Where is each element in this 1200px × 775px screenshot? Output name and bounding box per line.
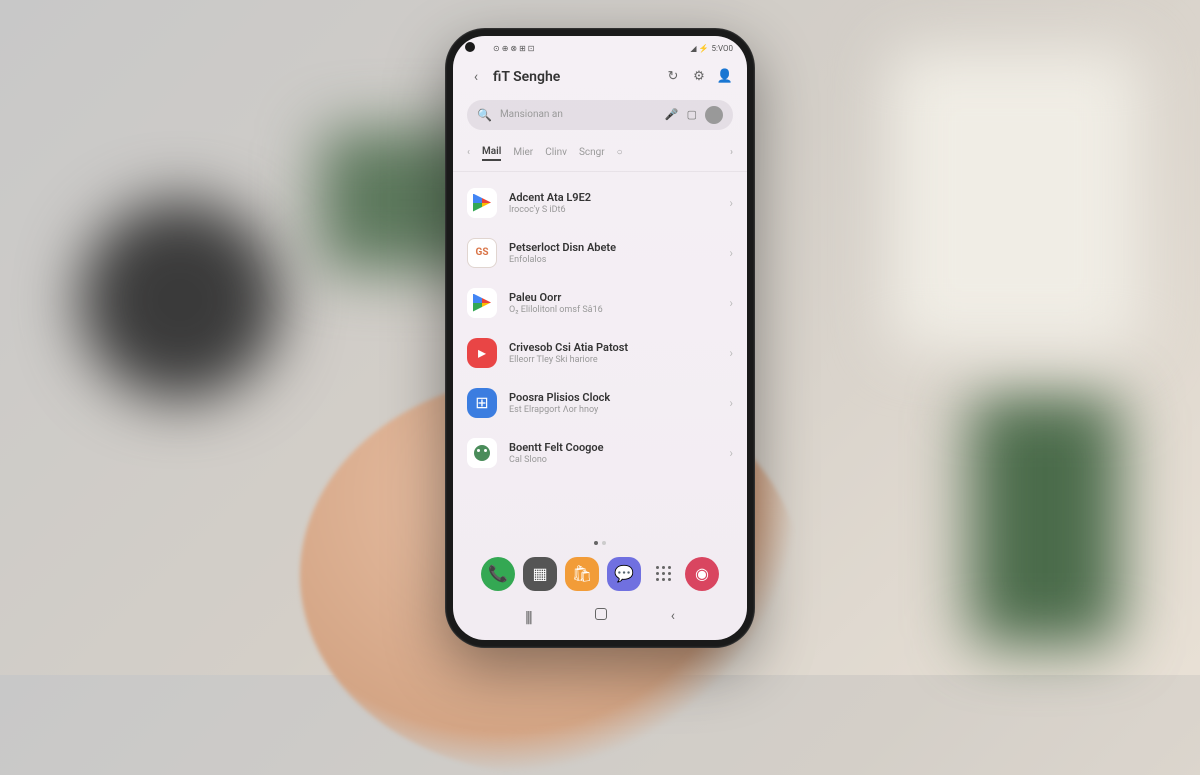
chevron-right-icon: ›	[729, 446, 733, 460]
bot-icon	[467, 438, 497, 468]
page-indicator	[453, 537, 747, 549]
chevron-right-icon: ›	[729, 346, 733, 360]
messages-icon[interactable]: 💬	[607, 557, 641, 591]
item-subtitle: lrococ'y S iDt6	[509, 205, 717, 215]
item-title: Paleu Oorr	[509, 291, 717, 304]
item-title: Boentt Felt Coogoe	[509, 441, 717, 454]
tab-mier[interactable]: Mier	[513, 145, 533, 160]
tab-scroll-right[interactable]: ›	[730, 147, 733, 158]
item-subtitle: Est Elrapgort Λor hnoy	[509, 405, 717, 415]
nav-bar: ||| ‹	[453, 597, 747, 640]
item-title: Adcent Ata L9E2	[509, 191, 717, 204]
search-icon: 🔍	[477, 108, 492, 122]
nav-home[interactable]	[595, 608, 607, 624]
apps-icon[interactable]: ▦	[523, 557, 557, 591]
store-icon[interactable]: 🛍	[565, 557, 599, 591]
list-item[interactable]: Boentt Felt Coogoe Cal Slono ›	[453, 428, 747, 478]
sync-icon[interactable]: ↻	[665, 69, 681, 85]
settings-icon[interactable]: ⚙	[691, 69, 707, 85]
tab-mail[interactable]: Mail	[482, 144, 501, 161]
screen: ⊙ ⊕ ⊗ ⊞ ⊡ ◢ ⚡ 5:VO0 ‹ fiT Senghe ↻ ⚙ 👤 🔍…	[453, 36, 747, 640]
list-item[interactable]: GS Petserloct Disn Abete Enfolalos ›	[453, 228, 747, 278]
app-drawer-icon[interactable]	[649, 557, 677, 591]
tab-clinv[interactable]: Clinv	[545, 145, 567, 160]
status-time: 5:VO0	[712, 44, 733, 53]
signal-icon: ◢ ⚡	[690, 44, 708, 53]
chevron-right-icon: ›	[729, 196, 733, 210]
camera-app-icon[interactable]: ◉	[685, 557, 719, 591]
app-header: ‹ fiT Senghe ↻ ⚙ 👤	[453, 62, 747, 96]
chevron-right-icon: ›	[729, 246, 733, 260]
lens-icon[interactable]: ▢	[687, 108, 697, 121]
list-item[interactable]: Paleu Oorr O₂ Elilolitonl omsf Sâ16 ›	[453, 278, 747, 328]
list-item[interactable]: ▸ Crivesob Csi Atia Patost Elleorr Tley …	[453, 328, 747, 378]
tab-scroll-left[interactable]: ‹	[467, 147, 470, 158]
mic-icon[interactable]: 🎤	[665, 108, 679, 121]
chevron-right-icon: ›	[729, 296, 733, 310]
play-store-icon	[467, 188, 497, 218]
search-bar[interactable]: 🔍 🎤 ▢	[467, 100, 733, 130]
tab-more[interactable]: ○	[617, 145, 623, 160]
phone-frame: ⊙ ⊕ ⊗ ⊞ ⊡ ◢ ⚡ 5:VO0 ‹ fiT Senghe ↻ ⚙ 👤 🔍…	[445, 28, 755, 648]
item-title: Poosra Plisios Clock	[509, 391, 717, 404]
chevron-right-icon: ›	[729, 396, 733, 410]
avatar[interactable]	[705, 106, 723, 124]
item-subtitle: Enfolalos	[509, 255, 717, 265]
search-input[interactable]	[500, 109, 657, 120]
page-title: fiT Senghe	[493, 69, 657, 85]
gs-icon: GS	[467, 238, 497, 268]
profile-icon[interactable]: 👤	[717, 69, 733, 85]
back-button[interactable]: ‹	[467, 68, 485, 86]
item-subtitle: Cal Slono	[509, 455, 717, 465]
phone-app-icon[interactable]: 📞	[481, 557, 515, 591]
nav-back[interactable]: ‹	[671, 608, 675, 624]
item-subtitle: O₂ Elilolitonl omsf Sâ16	[509, 305, 717, 315]
item-title: Petserloct Disn Abete	[509, 241, 717, 254]
nav-recent[interactable]: |||	[525, 607, 531, 626]
tab-bar: ‹ Mail Mier Clinv Scngr ○ ›	[453, 140, 747, 172]
list-item[interactable]: Adcent Ata L9E2 lrococ'y S iDt6 ›	[453, 178, 747, 228]
blue-app-icon: ⊞	[467, 388, 497, 418]
front-camera	[465, 42, 475, 52]
dock: 📞 ▦ 🛍 💬 ◉	[453, 549, 747, 597]
red-app-icon: ▸	[467, 338, 497, 368]
status-bar: ⊙ ⊕ ⊗ ⊞ ⊡ ◢ ⚡ 5:VO0	[453, 36, 747, 62]
tab-scngr[interactable]: Scngr	[579, 145, 605, 160]
result-list[interactable]: Adcent Ata L9E2 lrococ'y S iDt6 › GS Pet…	[453, 172, 747, 537]
play-store-icon	[467, 288, 497, 318]
status-notifications: ⊙ ⊕ ⊗ ⊞ ⊡	[493, 44, 534, 53]
item-subtitle: Elleorr Tley Ski hariore	[509, 355, 717, 365]
list-item[interactable]: ⊞ Poosra Plisios Clock Est Elrapgort Λor…	[453, 378, 747, 428]
item-title: Crivesob Csi Atia Patost	[509, 341, 717, 354]
